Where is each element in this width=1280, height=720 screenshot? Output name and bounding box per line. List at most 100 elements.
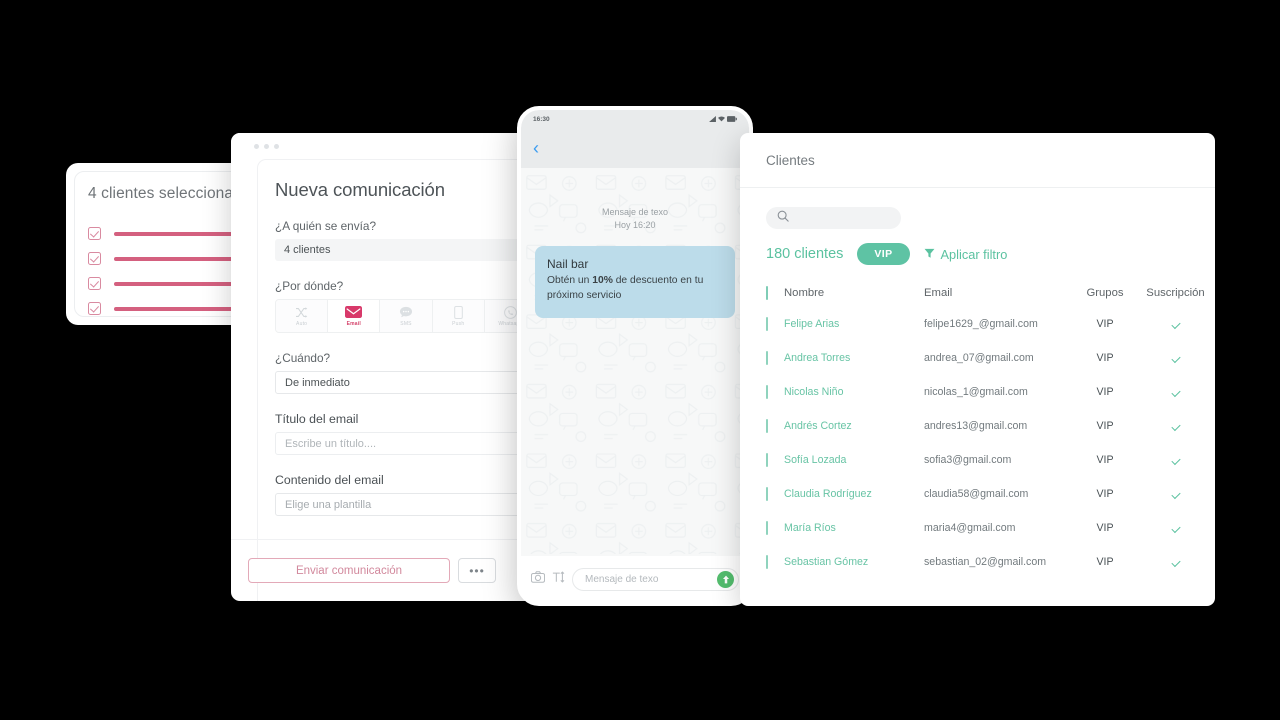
window-dot-icon [264,143,269,149]
cell-email: felipe1629_@gmail.com [924,318,1038,330]
clients-toolbar: 180 clientes VIP Aplicar filtro [740,188,1215,265]
row-checkbox[interactable] [766,351,768,365]
check-icon [1170,455,1181,466]
cell-email: sebastian_02@gmail.com [924,556,1047,568]
channel-tab-sms[interactable]: SMS [380,300,433,332]
row-checkbox[interactable] [766,487,768,501]
text-size-icon[interactable] [552,570,565,588]
cell-nombre: Nicolas Niño [784,386,844,398]
cell-email: maria4@gmail.com [924,522,1016,534]
search-input[interactable] [766,207,901,229]
column-header-email[interactable]: Email [924,279,1074,307]
table-row[interactable]: María Ríos maria4@gmail.com VIP [740,511,1215,545]
table-row[interactable]: Andrea Torres andrea_07@gmail.com VIP [740,341,1215,375]
whatsapp-icon [503,305,517,319]
row-checkbox[interactable] [766,521,768,535]
send-communication-button[interactable]: Enviar comunicación [248,558,450,583]
new-communication-body: Nueva comunicación × ¿A quién se envía? … [257,159,555,601]
channel-label-push: Push [452,320,465,327]
cell-nombre: Felipe Arias [784,318,840,330]
channel-label-email: Email [346,320,361,327]
mobile-icon [453,305,463,319]
window-dot-icon [274,143,279,149]
phone-status-bar: 16:30 [521,110,749,128]
bubble-text-bold: 10% [592,275,613,287]
bubble-text-pre: Obtén un [547,275,593,287]
row-checkbox[interactable] [766,317,768,331]
message-input[interactable]: Mensaje de texo [572,567,739,591]
window-dot-icon [254,143,259,149]
recipient-value: 4 clientes [284,244,331,256]
when-select[interactable]: De inmediato [275,371,537,394]
new-communication-window: Nueva comunicación × ¿A quién se envía? … [231,133,555,601]
screenshot-stage: 4 clientes seleccionados Nueva comunicac… [0,0,1280,720]
cell-nombre: María Ríos [784,522,836,534]
cell-suscripcion [1136,477,1215,511]
search-icon [777,209,789,227]
chat-area: Mensaje de texo Hoy 16:20 Nail bar Obtén… [521,168,749,556]
row-checkbox[interactable] [766,555,768,569]
envelope-icon [345,306,363,319]
checkbox-checked-icon[interactable] [88,277,101,290]
table-row[interactable]: Andrés Cortez andres13@gmail.com VIP [740,409,1215,443]
column-header-nombre[interactable]: Nombre [784,279,924,307]
cell-nombre: Sofía Lozada [784,454,847,466]
when-label: ¿Cuándo? [275,351,331,365]
camera-icon[interactable] [530,570,546,588]
cell-nombre: Sebastian Gómez [784,556,869,568]
row-select-cell [740,443,784,477]
row-select-cell [740,477,784,511]
table-header: Nombre Email Grupos Suscripción [740,279,1215,307]
message-input-placeholder: Mensaje de texo [585,573,659,585]
row-select-cell [740,409,784,443]
channel-tab-email[interactable]: Email [328,300,381,332]
cell-suscripcion [1136,307,1215,341]
check-icon [1170,319,1181,330]
cell-nombre: Andrés Cortez [784,420,852,432]
funnel-icon [924,247,935,262]
template-select[interactable]: Elige una plantilla [275,493,537,516]
table-row[interactable]: Sofía Lozada sofia3@gmail.com VIP [740,443,1215,477]
clients-panel: Clientes 180 clientes VIP Aplicar filtro [740,133,1215,606]
column-header-suscripcion[interactable]: Suscripción [1136,279,1215,307]
row-select-cell [740,511,784,545]
row-checkbox[interactable] [766,385,768,399]
row-checkbox[interactable] [766,419,768,433]
more-options-button[interactable]: ••• [458,558,496,583]
cell-grupos: VIP [1096,318,1114,330]
channel-selector: Auto Email SMS Push Whatsapp [275,299,537,333]
row-select-cell [740,375,784,409]
cell-email: claudia58@gmail.com [924,488,1029,500]
subject-input[interactable]: Escribe un título.... [275,432,537,455]
recipient-field[interactable]: 4 clientes [275,239,537,261]
cell-email: andres13@gmail.com [924,420,1028,432]
vip-filter-badge[interactable]: VIP [857,243,910,265]
checkbox-checked-icon[interactable] [88,302,101,315]
apply-filter-button[interactable]: Aplicar filtro [924,247,1007,262]
channel-tab-push[interactable]: Push [432,300,485,332]
cell-grupos: VIP [1096,352,1114,364]
checkbox-checked-icon[interactable] [88,252,101,265]
chevron-left-icon[interactable]: ‹ [533,139,539,157]
clients-header: Clientes [740,133,1215,188]
send-message-button[interactable] [717,570,734,588]
column-header-grupos[interactable]: Grupos [1074,279,1136,307]
form-footer: Enviar comunicación ••• [231,539,555,601]
table-header-row: Nombre Email Grupos Suscripción [740,279,1215,307]
bubble-title: Nail bar [547,257,589,272]
checkbox-checked-icon[interactable] [88,227,101,240]
channel-tab-auto[interactable]: Auto [276,300,329,332]
table-row[interactable]: Felipe Arias felipe1629_@gmail.com VIP [740,307,1215,341]
select-all-checkbox[interactable] [766,286,768,300]
phone-nav-bar: ‹ [521,128,749,168]
message-meta: Mensaje de texo Hoy 16:20 [521,168,749,232]
table-row[interactable]: Sebastian Gómez sebastian_02@gmail.com V… [740,545,1215,579]
battery-icon [727,116,737,122]
table-row[interactable]: Nicolas Niño nicolas_1@gmail.com VIP [740,375,1215,409]
row-checkbox[interactable] [766,453,768,467]
cell-suscripcion [1136,409,1215,443]
check-icon [1170,557,1181,568]
table-row[interactable]: Claudia Rodríguez claudia58@gmail.com VI… [740,477,1215,511]
clients-count: 180 clientes [766,246,844,262]
recipient-label: ¿A quién se envía? [275,219,376,233]
